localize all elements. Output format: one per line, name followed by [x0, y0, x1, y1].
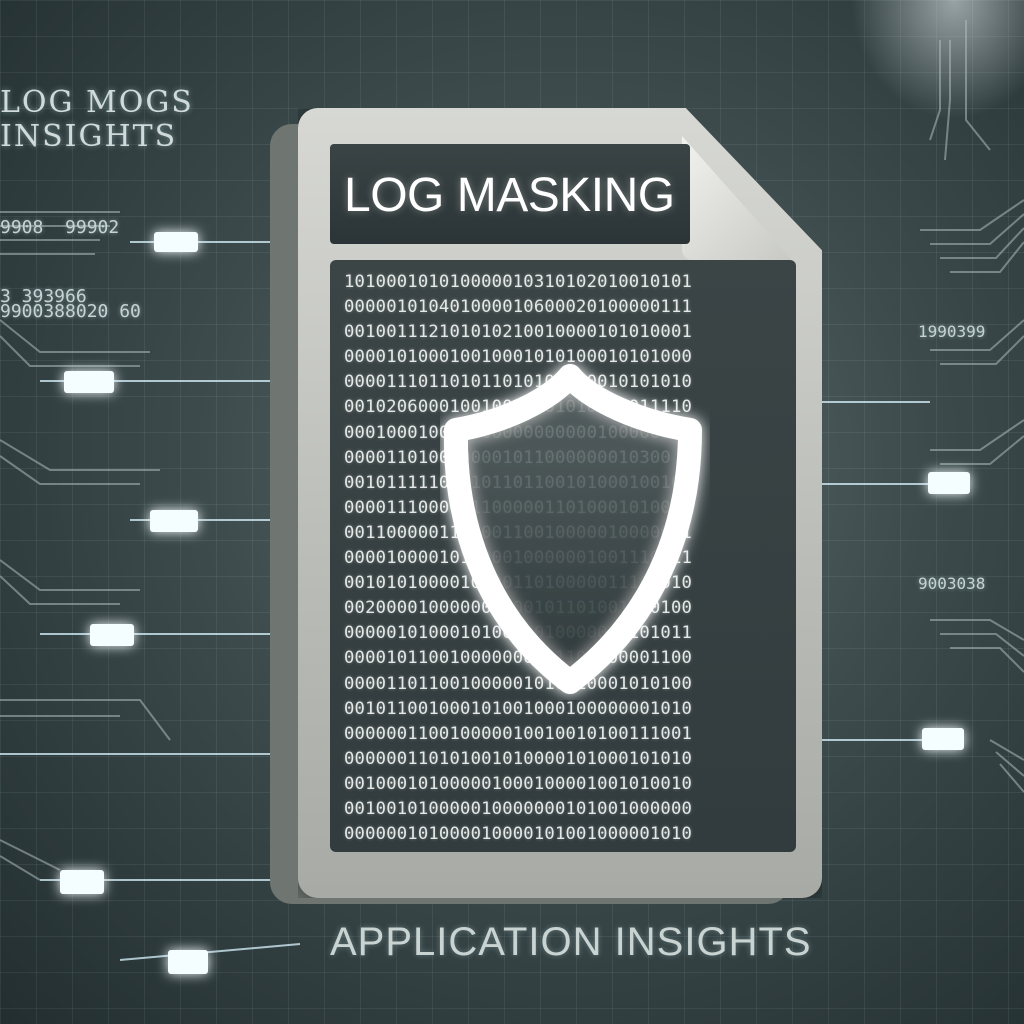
- binary-row: 000000110101001010000101000101010: [344, 748, 693, 769]
- corner-title: LOG MOGS INSIGHTS: [0, 86, 194, 154]
- binary-row: 000001010401000010600020100000111: [344, 297, 693, 318]
- shield-icon: [443, 364, 702, 694]
- binary-row: 001011001000101001000100000001010: [344, 698, 693, 719]
- right-code-line: 9003038: [918, 574, 986, 593]
- corner-title-line2: INSIGHTS: [0, 119, 178, 154]
- binary-row: 001000101000001000100001001010010: [344, 773, 693, 794]
- footer-title: APPLICATION INSIGHTS: [330, 920, 812, 964]
- corner-title-line1: LOG MOGS: [0, 85, 194, 120]
- binary-row: 000000101000010000101001000001010: [344, 824, 693, 845]
- illustration-scene: LOG MOGS INSIGHTS 9908 99902 9900388020 …: [0, 0, 1024, 1024]
- binary-row: 001001112101010210010000101010001: [344, 322, 693, 343]
- binary-row: 101000101010000010310102010010101: [344, 272, 693, 292]
- binary-row: 000000110010000010010010100111001: [344, 723, 693, 744]
- document-title: LOG MASKING: [344, 169, 675, 222]
- left-code-line: 9908 99902: [0, 217, 120, 238]
- left-code-block: 9908 99902 9900388020 60: [0, 158, 141, 382]
- left-code-line: 3 393966: [0, 286, 87, 307]
- binary-row: 001001010000010000000101001000000: [344, 798, 693, 819]
- right-code-line: 1990399: [918, 322, 986, 341]
